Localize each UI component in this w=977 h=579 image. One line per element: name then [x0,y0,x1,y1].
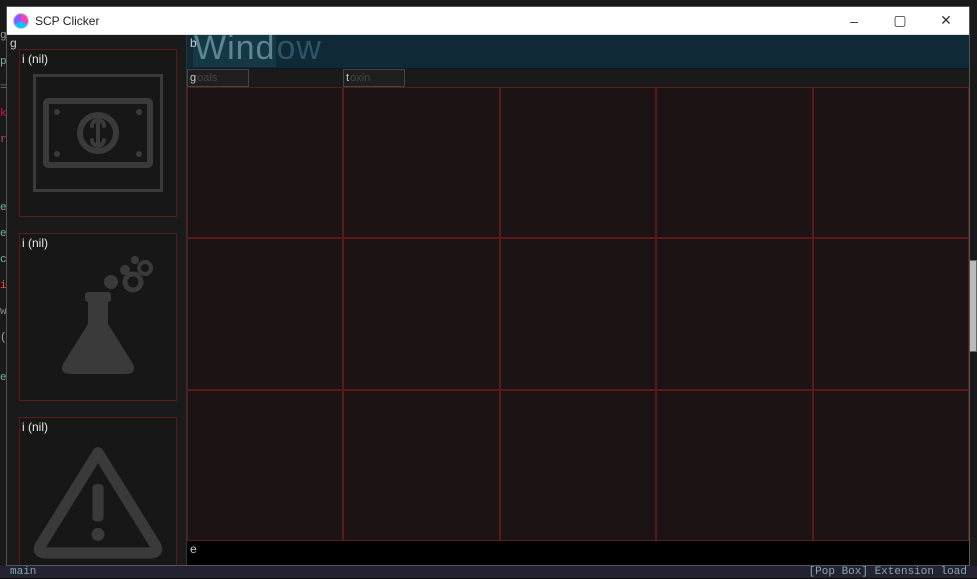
sidebar-item-label: i (nil) [22,420,48,434]
grid-cell[interactable] [187,390,343,541]
grid-cell[interactable] [813,390,969,541]
grid-cell[interactable] [500,390,656,541]
header-text-rest: ow [276,35,321,67]
window-title: SCP Clicker [35,14,99,28]
grid-cell[interactable] [656,87,812,238]
grid-cell[interactable] [343,390,499,541]
sidebar-item-money[interactable]: i (nil) [19,49,177,217]
grid-cell[interactable] [187,87,343,238]
titlebar[interactable]: SCP Clicker – ▢ ✕ [7,7,969,35]
grid-cell[interactable] [500,238,656,389]
money-icon [43,98,153,168]
window-controls: – ▢ ✕ [831,7,969,35]
sidebar-item-flask[interactable]: i (nil) [19,233,177,401]
header-band: Window [187,35,969,69]
grid-cell[interactable] [813,87,969,238]
sidebar-item-inner [33,74,163,192]
flask-icon [33,252,163,382]
grid-cell[interactable] [500,87,656,238]
header-text-selected: Wind [193,35,276,67]
tab-rest: oxin [350,72,370,84]
titlebar-left: SCP Clicker [13,13,99,29]
minimize-icon: – [850,13,858,29]
footer-corner-char: e [187,541,200,557]
sidebar-item-label: i (nil) [22,52,48,66]
tab-prefix: t [346,72,349,84]
grid-cell[interactable] [343,238,499,389]
grid-cell[interactable] [656,238,812,389]
header-window-text: Window [193,35,322,68]
editor-statusbar: main [Pop Box] Extension load [0,566,977,578]
maximize-icon: ▢ [893,12,906,29]
editor-status-right: [Pop Box] Extension load [809,566,967,578]
warning-icon [33,441,163,561]
sidebar-item-label: i (nil) [22,236,48,250]
sidebar-item-inner [33,442,163,560]
close-button[interactable]: ✕ [923,7,969,35]
main-area: b Window goals toxin e [187,35,969,565]
tabs-row: goals toxin [187,69,969,87]
sidebar-item-inner [33,258,163,376]
minimize-button[interactable]: – [831,7,877,35]
sidebar-items: i (nil) i (nil) [19,49,178,565]
app-window: SCP Clicker – ▢ ✕ g i (nil) [6,6,970,566]
app-body: g i (nil) [7,35,969,565]
sidebar: g i (nil) [7,35,187,565]
sidebar-corner-char: g [7,35,20,51]
tab-goals[interactable]: goals [187,69,249,87]
scp-grid [187,87,969,541]
close-icon: ✕ [940,12,952,29]
main-corner-char: b [187,35,200,51]
app-icon [13,13,29,29]
sidebar-item-warning[interactable]: i (nil) [19,417,177,565]
tab-rest: oals [197,72,217,84]
grid-cell[interactable] [343,87,499,238]
grid-cell[interactable] [656,390,812,541]
tab-prefix: g [190,72,196,84]
grid-area [187,87,969,541]
grid-cell[interactable] [813,238,969,389]
grid-cell[interactable] [187,238,343,389]
footer-band: e [187,541,969,565]
tab-toxin[interactable]: toxin [343,69,405,87]
maximize-button[interactable]: ▢ [877,7,923,35]
editor-status-left: main [10,566,36,578]
